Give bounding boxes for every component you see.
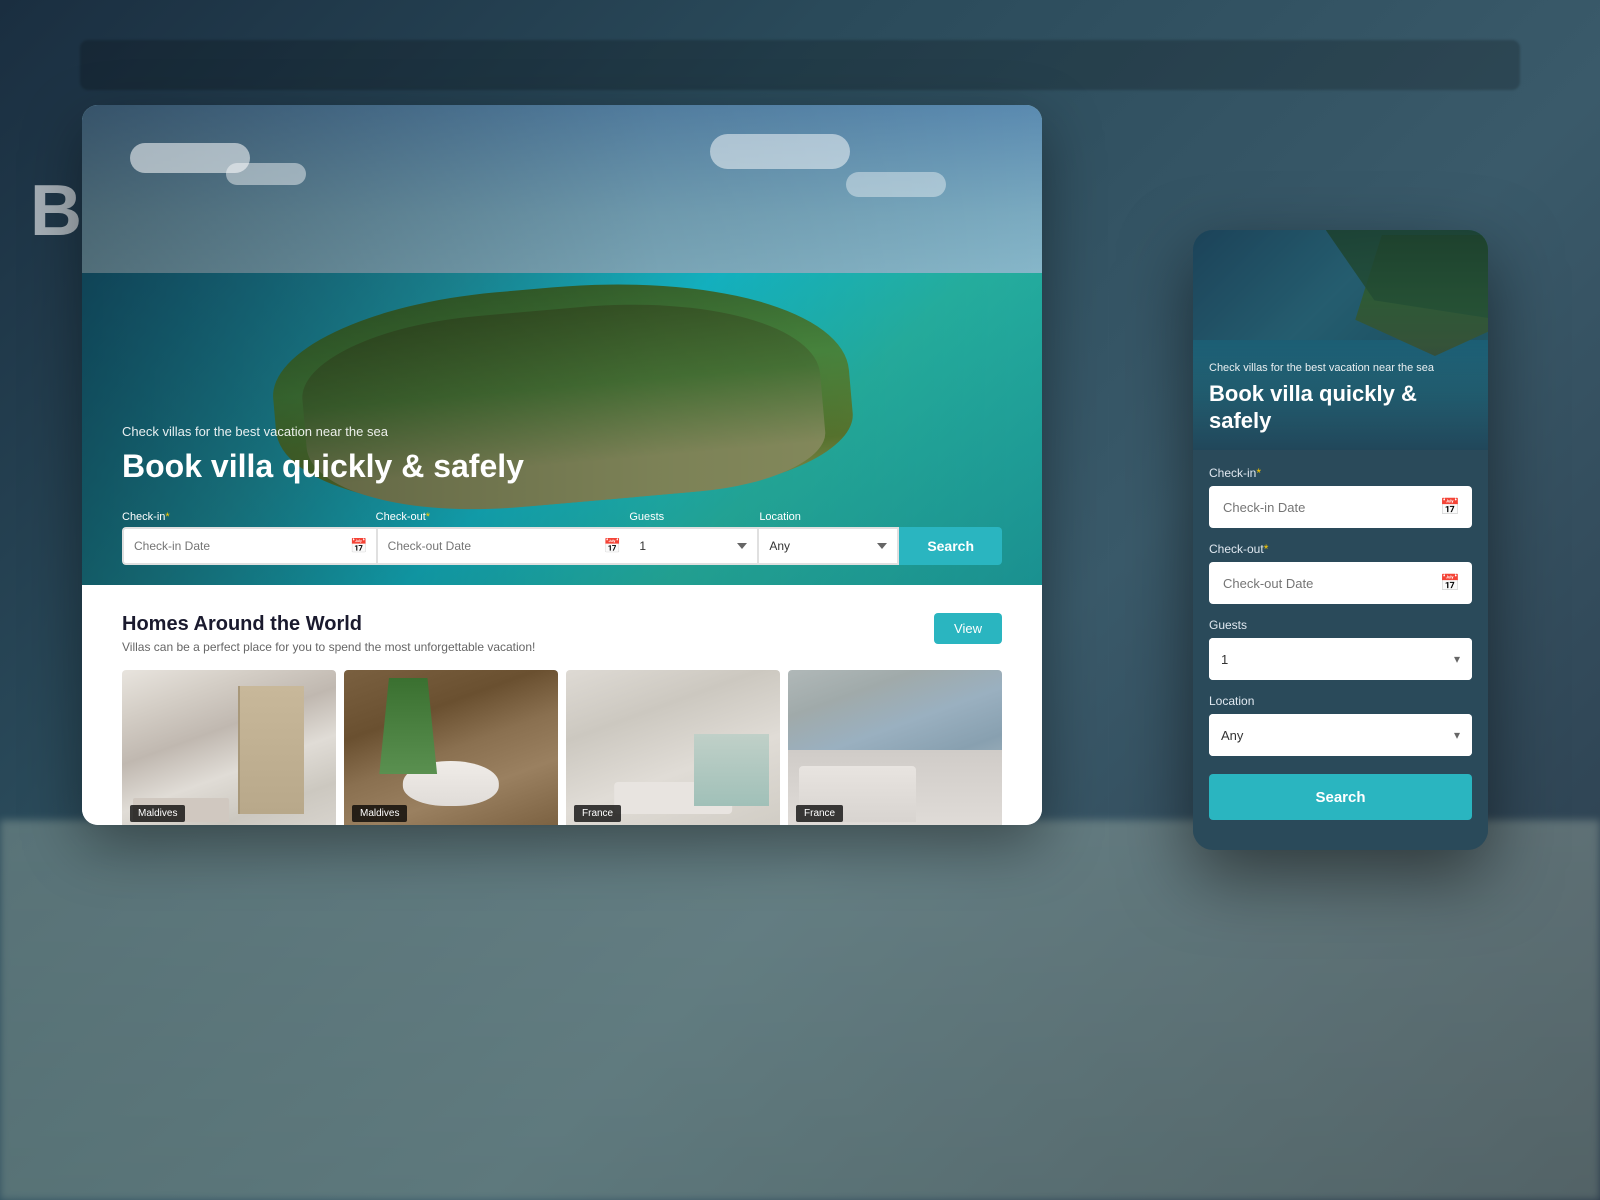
mobile-location-wrapper: Any Maldives France Bali Santorini ▾ — [1209, 714, 1472, 756]
guests-group: Guests 1 2 3 4 5 6+ — [629, 511, 759, 565]
cloud-2 — [226, 163, 306, 185]
hero-section: Check villas for the best vacation near … — [82, 105, 1042, 585]
mobile-checkin-calendar-icon: 📅 — [1440, 497, 1460, 517]
mobile-guests-select[interactable]: 1 2 3 4 5 6+ — [1209, 638, 1472, 680]
mobile-checkout-label: Check-out* — [1209, 542, 1472, 556]
homes-section: Homes Around the World Villas can be a p… — [82, 585, 1042, 825]
mobile-guests-wrapper: 1 2 3 4 5 6+ ▾ — [1209, 638, 1472, 680]
property-image-2 — [344, 670, 558, 825]
search-button[interactable]: Search — [899, 527, 1002, 565]
bg-nav-blur — [80, 40, 1520, 90]
property-location-4: France — [796, 805, 843, 822]
mobile-checkout-group: Check-out* 📅 — [1209, 542, 1472, 604]
mobile-hero-subtitle: Check villas for the best vacation near … — [1209, 361, 1472, 375]
mobile-checkin-label: Check-in* — [1209, 466, 1472, 480]
mobile-checkin-wrapper: 📅 — [1209, 486, 1472, 528]
hero-subtitle: Check villas for the best vacation near … — [122, 424, 524, 439]
guests-select[interactable]: 1 2 3 4 5 6+ — [629, 527, 759, 565]
mobile-card: Check villas for the best vacation near … — [1193, 230, 1488, 850]
mobile-checkout-input[interactable] — [1209, 562, 1472, 604]
guests-label: Guests — [629, 511, 759, 523]
property-image-3 — [566, 670, 780, 825]
search-group: x Search — [899, 511, 1002, 565]
hero-title: Book villa quickly & safely — [122, 447, 524, 485]
mobile-hero-content: Check villas for the best vacation near … — [1193, 345, 1488, 450]
property-card[interactable]: France — [566, 670, 780, 825]
property-location-2: Maldives — [352, 805, 407, 822]
property-card[interactable]: Maldives — [122, 670, 336, 825]
mobile-location-select[interactable]: Any Maldives France Bali Santorini — [1209, 714, 1472, 756]
bg-bottom-blur — [0, 820, 1600, 1200]
mobile-location-group: Location Any Maldives France Bali Santor… — [1209, 694, 1472, 756]
homes-subtitle: Villas can be a perfect place for you to… — [122, 640, 535, 654]
homes-text: Homes Around the World Villas can be a p… — [122, 613, 535, 654]
checkout-input[interactable] — [376, 527, 630, 565]
checkin-label: Check-in* — [122, 511, 376, 523]
homes-title: Homes Around the World — [122, 613, 535, 636]
property-location-3: France — [574, 805, 621, 822]
mobile-guests-label: Guests — [1209, 618, 1472, 632]
checkin-input[interactable] — [122, 527, 376, 565]
location-label: Location — [759, 511, 899, 523]
mobile-checkout-wrapper: 📅 — [1209, 562, 1472, 604]
checkout-calendar-icon: 📅 — [604, 538, 621, 555]
mobile-checkin-input[interactable] — [1209, 486, 1472, 528]
checkin-input-wrapper: 📅 — [122, 527, 376, 565]
mobile-hero-title: Book villa quickly & safely — [1209, 381, 1472, 434]
mobile-checkin-group: Check-in* 📅 — [1209, 466, 1472, 528]
checkout-label: Check-out* — [376, 511, 630, 523]
mobile-location-label: Location — [1209, 694, 1472, 708]
hero-search-form: Check-in* 📅 Check-out* 📅 Guests — [122, 511, 1002, 565]
property-image-4 — [788, 670, 1002, 825]
mobile-search-button[interactable]: Search — [1209, 774, 1472, 820]
mobile-hero: Check villas for the best vacation near … — [1193, 230, 1488, 450]
property-grid: Maldives Maldives France France — [122, 670, 1002, 825]
checkin-calendar-icon: 📅 — [350, 538, 367, 555]
property-image-1 — [122, 670, 336, 825]
checkout-group: Check-out* 📅 — [376, 511, 630, 565]
mobile-checkout-calendar-icon: 📅 — [1440, 573, 1460, 593]
property-location-1: Maldives — [130, 805, 185, 822]
trance-label: Trance — [1016, 988, 1050, 1000]
hero-content: Check villas for the best vacation near … — [122, 424, 524, 505]
property-card[interactable]: France — [788, 670, 1002, 825]
cloud-3 — [710, 134, 850, 169]
cloud-4 — [846, 172, 946, 197]
homes-header: Homes Around the World Villas can be a p… — [122, 613, 1002, 654]
checkin-group: Check-in* 📅 — [122, 511, 376, 565]
desktop-card: Check villas for the best vacation near … — [82, 105, 1042, 825]
checkout-input-wrapper: 📅 — [376, 527, 630, 565]
location-select[interactable]: Any Maldives France Bali Santorini — [759, 527, 899, 565]
mobile-guests-group: Guests 1 2 3 4 5 6+ ▾ — [1209, 618, 1472, 680]
view-all-button[interactable]: View — [934, 613, 1002, 644]
mobile-form: Check-in* 📅 Check-out* 📅 Guests 1 — [1193, 450, 1488, 836]
location-group: Location Any Maldives France Bali Santor… — [759, 511, 899, 565]
property-card[interactable]: Maldives — [344, 670, 558, 825]
